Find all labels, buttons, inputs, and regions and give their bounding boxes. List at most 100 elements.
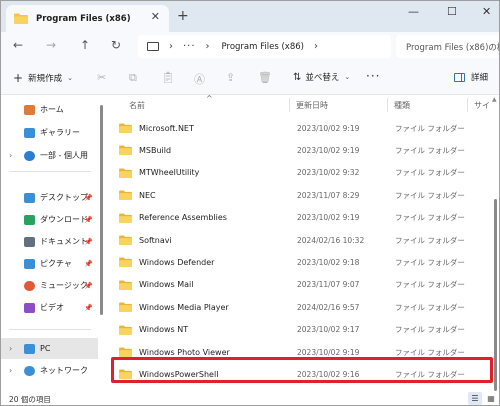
file-type: ファイル フォルダー [395, 347, 465, 357]
folder-icon [119, 168, 132, 178]
sidebar-scrollbar-thumb[interactable] [100, 105, 103, 315]
sidebar-item-pictures[interactable]: ピクチャ 📌 [1, 253, 98, 274]
sidebar-item-label: ギャラリー [40, 128, 80, 137]
folder-icon [119, 302, 132, 313]
sidebar-item-network[interactable]: › ネットワーク [1, 360, 98, 381]
sidebar-item-label: ミュージック [40, 281, 88, 290]
column-separator[interactable] [387, 98, 388, 112]
search-input[interactable]: Program Files (x86)の検索 [396, 35, 499, 58]
table-row[interactable]: Softnavi 2024/02/16 10:32 ファイル フォルダー [113, 229, 491, 251]
sidebar-item-downloads[interactable]: ダウンロード 📌 [1, 209, 98, 230]
folder-icon [119, 257, 132, 268]
pictures-icon [24, 258, 35, 269]
expand-chevron-icon[interactable]: › [9, 151, 12, 160]
column-header-type[interactable]: 種類 [394, 100, 410, 111]
copy-icon[interactable]: ⧉ [129, 71, 137, 85]
file-name: Windows Mail [139, 280, 194, 290]
column-separator[interactable] [467, 98, 468, 112]
scroll-up-icon[interactable]: ▲ [492, 96, 497, 103]
up-button[interactable]: ↑ [80, 38, 90, 52]
expand-chevron-icon[interactable]: › [9, 366, 12, 375]
breadcrumb-overflow[interactable]: ··· [183, 41, 196, 52]
item-count: 20 個の項目 [9, 395, 51, 404]
sidebar-item-onedrive[interactable]: › 一部 - 個人用 [1, 145, 98, 166]
sidebar-item-pc[interactable]: › PC [1, 338, 98, 359]
back-button[interactable]: ← [13, 38, 23, 52]
sidebar-item-label: ドキュメント [40, 237, 88, 246]
forward-button[interactable]: → [46, 38, 56, 52]
sort-button[interactable]: ⇅ 並べ替え ⌄ [293, 71, 351, 84]
desktop-icon [24, 192, 35, 203]
sidebar-scrollbar[interactable] [98, 95, 104, 391]
chevron-down-icon: ⌄ [344, 73, 351, 81]
sort-caret-icon: ^ [206, 95, 213, 103]
table-row[interactable]: NEC 2023/11/07 8:29 ファイル フォルダー [113, 184, 491, 206]
table-row[interactable]: Windows NT 2023/10/02 9:17 ファイル フォルダー [113, 319, 491, 341]
sidebar-item-label: ネットワーク [40, 366, 88, 375]
file-modified-date: 2023/11/07 9:07 [297, 280, 360, 290]
file-name: Softnavi [139, 235, 172, 245]
file-name: Windows Media Player [139, 302, 229, 312]
monitor-icon [147, 42, 159, 51]
details-button[interactable]: 詳細 [454, 71, 488, 83]
folder-icon [119, 145, 132, 156]
table-row[interactable]: Windows Mail 2023/11/07 9:07 ファイル フォルダー [113, 274, 491, 296]
file-explorer-window: Program Files (x86) ✕ + — ☐ ✕ ← → ↑ ↻ › … [0, 0, 500, 406]
share-icon[interactable]: ⇪ [226, 71, 235, 84]
sidebar-item-label: PC [40, 344, 51, 353]
table-row[interactable]: Reference Assemblies 2023/10/02 9:19 ファイル … [113, 207, 491, 229]
chevron-right-icon[interactable]: › [314, 41, 318, 52]
refresh-button[interactable]: ↻ [111, 38, 121, 52]
table-row[interactable]: Microsoft.NET 2023/10/02 9:19 ファイル フォルダー [113, 117, 491, 139]
column-header-size[interactable]: サイ [474, 100, 490, 111]
column-header-name[interactable]: 名前 [129, 100, 145, 111]
more-options-button[interactable]: ··· [366, 69, 380, 83]
breadcrumb[interactable]: Program Files (x86) [222, 42, 304, 52]
table-row[interactable]: Windows Media Player 2024/02/16 9:57 ファイル … [113, 296, 491, 318]
table-row[interactable]: Windows Defender 2023/10/02 9:18 ファイル フォルダ… [113, 251, 491, 273]
sidebar-item-label: ビデオ [40, 303, 64, 312]
folder-icon [119, 325, 132, 335]
details-view-button[interactable]: ☰ [468, 392, 482, 405]
file-list-scrollbar[interactable]: ▲ [491, 95, 499, 391]
minimize-button[interactable]: — [408, 5, 419, 18]
file-type: ファイル フォルダー [395, 235, 465, 245]
file-type: ファイル フォルダー [395, 123, 465, 133]
sidebar-item-documents[interactable]: ドキュメント 📌 [1, 231, 98, 252]
sidebar-item-label: デスクトップ [40, 193, 88, 202]
column-header-modified[interactable]: 更新日時 [296, 100, 328, 111]
cloud-icon [24, 150, 35, 161]
maximize-button[interactable]: ☐ [447, 5, 457, 18]
chevron-right-icon: › [169, 41, 173, 52]
sidebar-item-label: 一部 - 個人用 [40, 151, 88, 160]
file-type: ファイル フォルダー [395, 213, 465, 223]
file-name: Windows NT [139, 325, 189, 335]
sidebar-item-home[interactable]: ホーム [1, 99, 98, 120]
plus-icon: + [13, 71, 24, 85]
address-bar[interactable]: › ··· › Program Files (x86) › [138, 35, 391, 58]
sidebar-item-videos[interactable]: ビデオ 📌 [1, 297, 98, 318]
table-row[interactable]: MTWheelUtility 2023/10/02 9:32 ファイル フォルダー [113, 162, 491, 184]
paste-icon[interactable]: 📋︎ [161, 71, 175, 84]
delete-icon[interactable]: 🗑︎ [258, 71, 272, 84]
folder-icon [119, 347, 132, 357]
new-button[interactable]: + 新規作成 ⌄ [13, 71, 73, 85]
sidebar-item-gallery[interactable]: ギャラリー [1, 122, 98, 143]
expand-chevron-icon[interactable]: › [9, 344, 12, 353]
close-window-button[interactable]: ✕ [482, 5, 491, 18]
tab-close-icon[interactable]: ✕ [151, 10, 160, 23]
tab-program-files[interactable]: Program Files (x86) ✕ [6, 5, 169, 32]
home-icon [24, 104, 35, 115]
rename-icon[interactable]: Ⓐ [194, 71, 205, 87]
file-list-scrollbar-thumb[interactable] [494, 199, 497, 391]
sidebar-item-music[interactable]: ミュージック 📌 [1, 275, 98, 296]
sidebar-divider [9, 171, 91, 172]
column-separator[interactable] [289, 98, 290, 112]
new-tab-button[interactable]: + [177, 8, 189, 24]
tiles-view-button[interactable]: ▦ [485, 392, 497, 405]
folder-icon [119, 235, 132, 245]
table-row[interactable]: MSBuild 2023/10/02 9:19 ファイル フォルダー [113, 139, 491, 161]
cut-icon[interactable]: ✂ [97, 71, 106, 84]
pin-icon: 📌 [84, 193, 93, 202]
sidebar-item-desktop[interactable]: デスクトップ 📌 [1, 187, 98, 208]
